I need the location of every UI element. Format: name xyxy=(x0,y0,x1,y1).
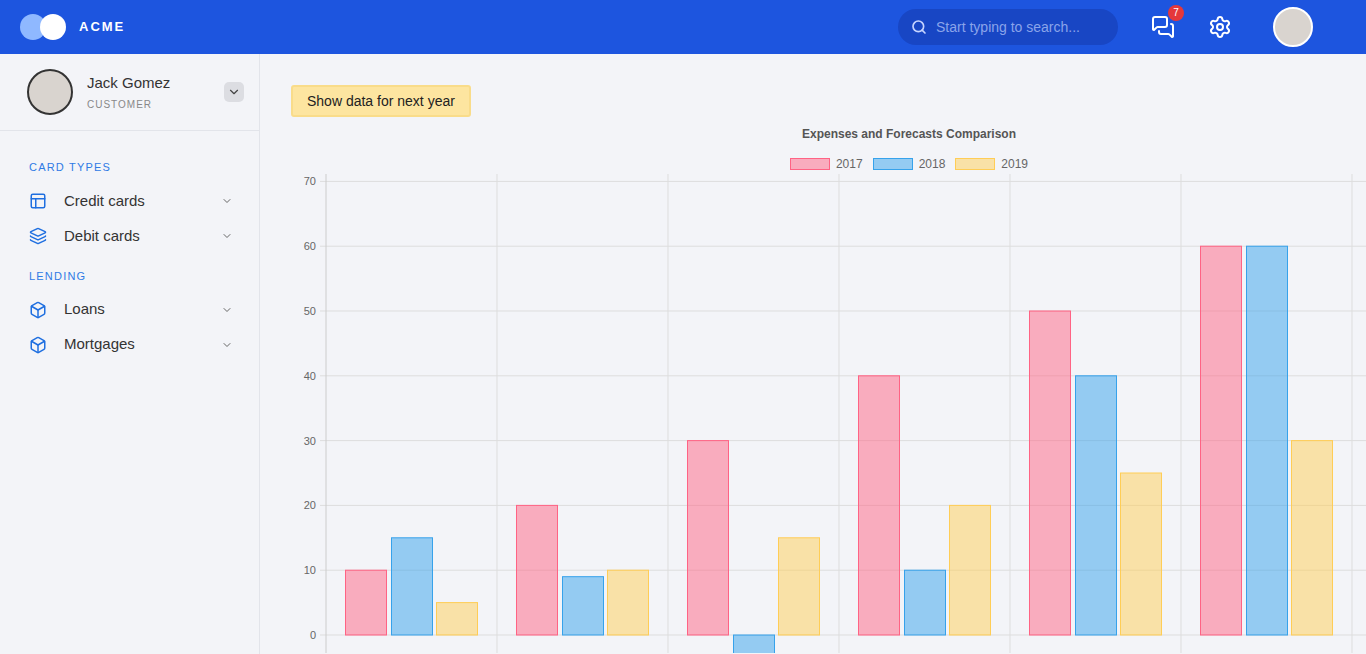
bar-series xyxy=(346,246,1242,635)
legend-item[interactable]: 2019 xyxy=(955,155,1028,173)
profile: Jack Gomez CUSTOMER xyxy=(0,54,259,131)
bar[interactable] xyxy=(392,538,433,635)
legend-item[interactable]: 2017 xyxy=(790,155,863,173)
sidebar-item[interactable]: Loans xyxy=(29,292,233,327)
bar[interactable] xyxy=(517,505,558,635)
bar-chart: 0 10 20 30 40 50 60 70 xyxy=(260,174,1366,653)
bar[interactable] xyxy=(779,538,820,635)
sidebar-nav: CARD TYPES Credit cardsDebit cards LENDING… xyxy=(0,131,259,362)
search-field[interactable]: Start typing to search... xyxy=(898,9,1118,45)
bar[interactable] xyxy=(437,603,478,635)
box-icon xyxy=(29,301,47,319)
section-title: LENDING xyxy=(29,268,233,285)
notification-badge: 7 xyxy=(1168,5,1184,21)
svg-text:50: 50 xyxy=(304,305,316,317)
sidebar-item[interactable]: Credit cards xyxy=(29,184,233,219)
sidebar-item[interactable]: Mortgages xyxy=(29,327,233,362)
bar[interactable] xyxy=(734,635,775,653)
topbar: ACME Start typing to search... 7 xyxy=(0,0,1366,54)
card-icon xyxy=(29,192,47,210)
legend-swatch xyxy=(873,158,913,170)
bar[interactable] xyxy=(1121,473,1162,635)
sidebar-item[interactable]: Debit cards xyxy=(29,219,233,254)
gear-icon[interactable] xyxy=(1208,15,1232,39)
profile-role: CUSTOMER xyxy=(87,97,224,112)
legend-item[interactable]: 2018 xyxy=(873,155,946,173)
profile-name: Jack Gomez xyxy=(87,72,224,95)
user-avatar[interactable] xyxy=(1273,7,1313,47)
layers-icon xyxy=(29,227,47,245)
logo[interactable]: ACME xyxy=(20,14,125,40)
bar[interactable] xyxy=(1247,246,1288,635)
bar[interactable] xyxy=(1292,441,1333,635)
messages-button[interactable]: 7 xyxy=(1150,14,1176,40)
chevron-down-icon xyxy=(221,304,233,316)
bar[interactable] xyxy=(1076,376,1117,635)
bar[interactable] xyxy=(346,570,387,635)
next-year-button[interactable]: Show data for next year xyxy=(291,85,471,117)
legend-swatch xyxy=(790,158,830,170)
svg-text:10: 10 xyxy=(304,564,316,576)
bar[interactable] xyxy=(608,570,649,635)
svg-text:30: 30 xyxy=(304,435,316,447)
bar-series xyxy=(392,246,1288,653)
svg-text:60: 60 xyxy=(304,240,316,252)
chart-legend: 2017 2018 2019 xyxy=(790,157,1028,171)
sidebar-section: CARD TYPES Credit cardsDebit cards xyxy=(29,159,233,254)
bar[interactable] xyxy=(563,577,604,635)
logo-icon xyxy=(20,14,66,40)
bar[interactable] xyxy=(688,441,729,635)
logo-text: ACME xyxy=(79,17,125,37)
bar[interactable] xyxy=(905,570,946,635)
y-tick: 70 xyxy=(304,175,1366,187)
section-title: CARD TYPES xyxy=(29,159,233,176)
bar[interactable] xyxy=(859,376,900,635)
bar[interactable] xyxy=(950,505,991,635)
sidebar-section: LENDING LoansMortgages xyxy=(29,268,233,363)
svg-text:0: 0 xyxy=(310,629,316,641)
bar[interactable] xyxy=(1030,311,1071,635)
chevron-down-icon xyxy=(221,230,233,242)
bar-series xyxy=(437,441,1333,635)
chevron-down-icon xyxy=(227,85,241,99)
legend-swatch xyxy=(955,158,995,170)
profile-dropdown[interactable] xyxy=(224,82,244,102)
sidebar: Jack Gomez CUSTOMER CARD TYPES Credit cards… xyxy=(0,54,260,654)
svg-text:70: 70 xyxy=(304,175,316,187)
app: ACME Start typing to search... 7 Jack Gomez… xyxy=(0,0,1366,654)
svg-text:20: 20 xyxy=(304,499,316,511)
chart-title: Expenses and Forecasts Comparison xyxy=(802,125,1016,143)
svg-text:40: 40 xyxy=(304,370,316,382)
chevron-down-icon xyxy=(221,195,233,207)
bar[interactable] xyxy=(1201,246,1242,635)
profile-avatar[interactable] xyxy=(27,69,73,115)
main-content: Show data for next year Expenses and Fore… xyxy=(260,54,1366,654)
box-icon xyxy=(29,336,47,354)
search-icon xyxy=(911,19,927,35)
chevron-down-icon xyxy=(221,339,233,351)
